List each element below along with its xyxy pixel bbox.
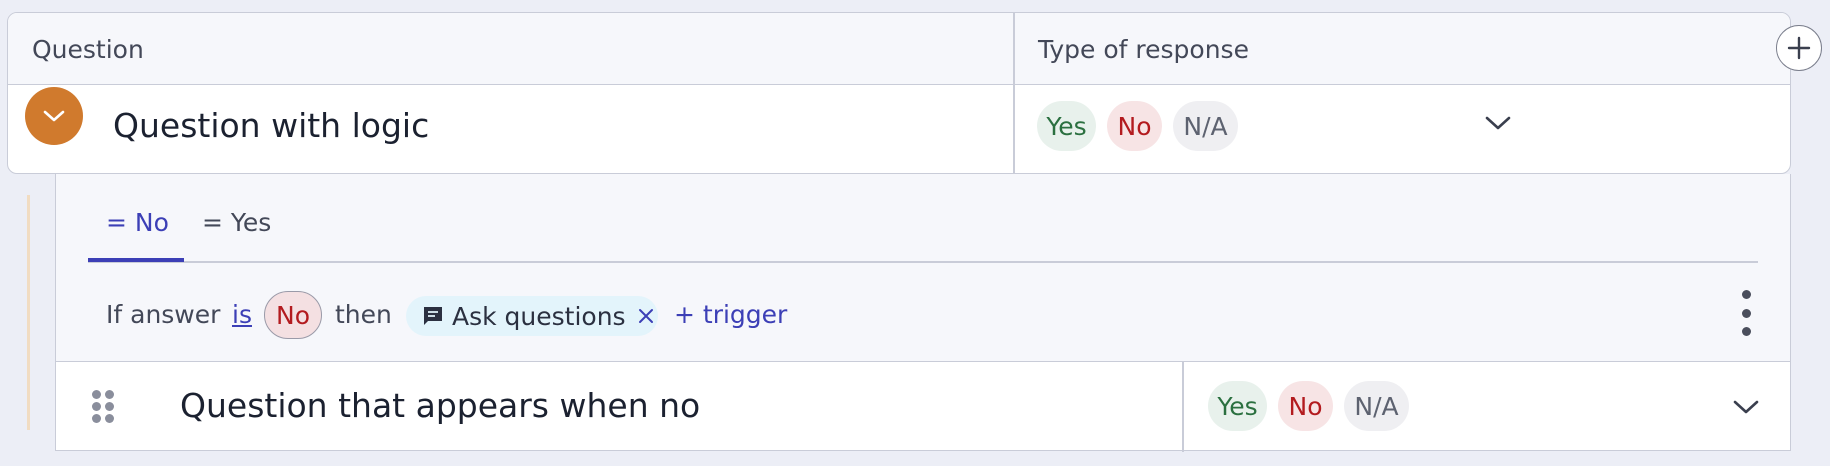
- logic-panel: = No = Yes If answer is No then Ask ques…: [55, 174, 1791, 361]
- sub-question-title[interactable]: Question that appears when no: [180, 386, 700, 425]
- sub-question-row[interactable]: Question that appears when no Yes No N/A: [55, 361, 1791, 452]
- response-type-dropdown[interactable]: [1480, 105, 1516, 141]
- chevron-down-icon: [43, 110, 65, 122]
- rule-value-chip[interactable]: No: [264, 291, 322, 339]
- chat-icon: [424, 307, 442, 325]
- add-column-button[interactable]: [1776, 25, 1822, 71]
- na-response-pill: N/A: [1344, 381, 1409, 431]
- tab-equals-no[interactable]: = No: [106, 208, 169, 237]
- rule-prefix: If answer: [106, 300, 221, 329]
- trigger-label: Ask questions: [452, 301, 626, 331]
- na-response-pill: N/A: [1173, 101, 1238, 151]
- active-tab-indicator: [88, 258, 184, 262]
- logic-rail: [27, 195, 30, 430]
- question-column-header: Question: [32, 35, 144, 64]
- question-title[interactable]: Question with logic: [113, 106, 429, 145]
- yes-response-pill: Yes: [1037, 101, 1096, 151]
- questions-table: Question Type of response Question with …: [7, 12, 1791, 174]
- ask-questions-trigger[interactable]: Ask questions: [406, 296, 658, 336]
- table-header-row: Question Type of response: [8, 13, 1790, 85]
- chevron-down-icon: [1733, 400, 1759, 414]
- plus-icon: [1787, 36, 1811, 60]
- rule-operator-link[interactable]: is: [232, 300, 252, 329]
- no-response-pill: No: [1278, 381, 1333, 431]
- collapse-logic-button[interactable]: [25, 87, 83, 145]
- drag-handle-icon[interactable]: [92, 390, 114, 424]
- chevron-down-icon: [1485, 116, 1511, 130]
- question-row[interactable]: Question with logic Yes No N/A: [8, 85, 1790, 173]
- close-icon[interactable]: [638, 308, 654, 324]
- add-trigger-button[interactable]: + trigger: [674, 300, 787, 329]
- column-divider: [1182, 362, 1184, 452]
- tab-equals-yes[interactable]: = Yes: [202, 208, 271, 237]
- no-response-pill: No: [1107, 101, 1162, 151]
- response-type-dropdown[interactable]: [1728, 389, 1764, 425]
- tabs-divider: [88, 261, 1758, 263]
- response-column-header: Type of response: [1038, 35, 1249, 64]
- yes-response-pill: Yes: [1208, 381, 1267, 431]
- rule-then-label: then: [335, 300, 392, 329]
- more-vertical-icon[interactable]: [1736, 290, 1756, 336]
